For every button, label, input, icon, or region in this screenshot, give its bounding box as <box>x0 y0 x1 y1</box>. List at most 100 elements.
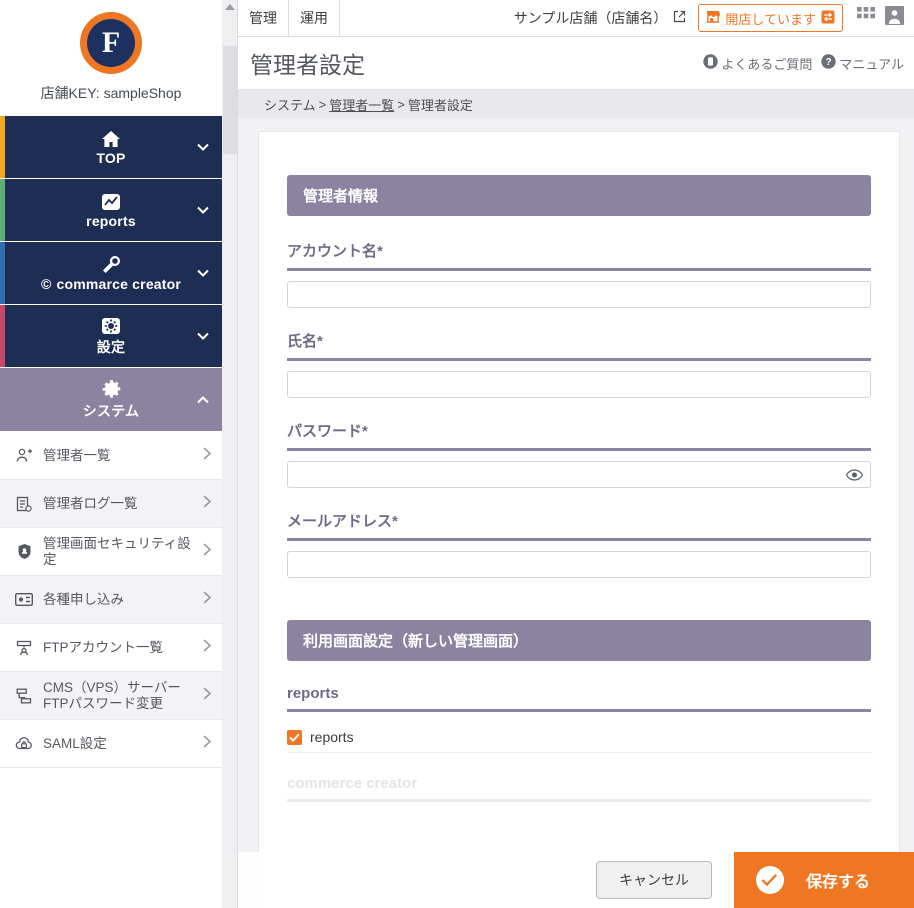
chevron-right-icon <box>202 734 212 754</box>
full-name-input[interactable] <box>287 371 871 398</box>
home-icon <box>101 128 121 149</box>
cloud-lock-icon <box>14 736 34 751</box>
log-icon <box>14 496 34 512</box>
checkbox-label: reports <box>310 729 354 745</box>
chevron-right-icon <box>202 686 212 706</box>
store-status-label: 開店しています <box>725 11 816 27</box>
store-icon <box>706 10 721 26</box>
breadcrumb: システム > 管理者一覧 > 管理者設定 <box>238 90 914 118</box>
faq-link[interactable]: よくあるご質問 <box>703 54 812 73</box>
tab-unyou[interactable]: 運用 <box>289 0 340 36</box>
accent-bar <box>0 116 5 178</box>
account-icon[interactable] <box>885 6 904 30</box>
grid-icon[interactable] <box>857 6 875 30</box>
sidebar-item-label: 設定 <box>96 339 126 355</box>
field-label: パスワード* <box>287 420 871 451</box>
group-title: reports <box>287 685 871 712</box>
manual-link[interactable]: ? マニュアル <box>821 54 904 73</box>
scrollbar-thumb[interactable] <box>223 46 237 154</box>
check-circle-icon <box>755 866 784 894</box>
svg-text:?: ? <box>826 57 832 68</box>
email-input[interactable] <box>287 551 871 578</box>
chevron-right-icon <box>202 494 212 514</box>
group-reports: reports reports <box>287 685 871 753</box>
sidebar-item-top[interactable]: TOP <box>0 116 222 179</box>
group-title: commerce creator <box>287 775 871 802</box>
checkbox-reports[interactable] <box>287 729 302 745</box>
sidebar-sub-label: FTPアカウント一覧 <box>43 639 163 655</box>
sidebar-sub-label: 管理者ログ一覧 <box>43 495 138 511</box>
external-link-icon[interactable] <box>673 10 686 26</box>
copyright-c-icon: © <box>40 276 52 292</box>
page-title: 管理者設定 <box>250 52 365 78</box>
breadcrumb-root[interactable]: システム <box>264 95 316 114</box>
account-name-input[interactable] <box>287 281 871 308</box>
chevron-right-icon <box>202 542 212 562</box>
swap-icon[interactable] <box>821 10 835 27</box>
form-action-bar: キャンセル 保存する <box>238 852 914 908</box>
sidebar-item-saml-settings[interactable]: SAML設定 <box>0 720 222 768</box>
chevron-down-icon <box>196 266 210 280</box>
sidebar-sub-nav: 管理者一覧 管理者ログ一覧 管理画面セキュリティ設定 各種申し込み FTPアカウ… <box>0 432 222 768</box>
manual-label: マニュアル <box>839 56 904 72</box>
wrench-icon <box>100 254 122 275</box>
sidebar-item-commerce-creator[interactable]: © commarce creator <box>0 242 222 305</box>
sidebar-item-ftp-accounts[interactable]: FTPアカウント一覧 <box>0 624 222 672</box>
sidebar-item-cms-ftp-password[interactable]: CMS（VPS）サーバー FTPパスワード変更 <box>0 672 222 720</box>
sidebar-item-label: © commarce creator <box>41 276 181 292</box>
breadcrumb-link[interactable]: 管理者一覧 <box>329 95 394 114</box>
sidebar-item-settings[interactable]: 設定 <box>0 305 222 368</box>
store-name: サンプル店舗（店舗名） <box>514 0 699 36</box>
gear-square-icon <box>101 315 121 336</box>
chart-icon <box>101 191 121 212</box>
top-bar-icons <box>843 0 914 36</box>
password-input[interactable] <box>287 461 871 488</box>
field-password: パスワード* <box>287 420 871 488</box>
top-bar: 管理 運用 サンプル店舗（店舗名） 開店しています <box>238 0 914 37</box>
app-root: F 店舗KEY: sampleShop TOP reports © commar… <box>0 0 914 908</box>
sidebar: F 店舗KEY: sampleShop TOP reports © commar… <box>0 0 222 908</box>
sidebar-sub-label: 管理画面セキュリティ設定 <box>43 535 191 567</box>
field-email: メールアドレス* <box>287 510 871 578</box>
scroll-up-arrow-icon[interactable] <box>225 4 235 10</box>
save-button[interactable]: 保存する <box>733 852 914 908</box>
password-input-wrap <box>287 461 871 488</box>
eye-icon[interactable] <box>845 468 864 481</box>
section-header-screen-settings: 利用画面設定（新しい管理画面） <box>287 620 871 661</box>
sidebar-item-text: commarce creator <box>56 276 182 292</box>
field-full-name: 氏名* <box>287 330 871 398</box>
accent-bar <box>0 242 5 304</box>
save-button-label: 保存する <box>805 874 870 891</box>
sidebar-item-admin-list[interactable]: 管理者一覧 <box>0 432 222 480</box>
chevron-right-icon <box>202 590 212 610</box>
cancel-button[interactable]: キャンセル <box>595 861 712 899</box>
accent-bar <box>0 179 5 241</box>
sidebar-item-admin-security[interactable]: 管理画面セキュリティ設定 <box>0 528 222 576</box>
sidebar-sub-label: SAML設定 <box>43 735 107 751</box>
sidebar-item-reports[interactable]: reports <box>0 179 222 242</box>
field-label: 氏名* <box>287 330 871 361</box>
sidebar-item-admin-log[interactable]: 管理者ログ一覧 <box>0 480 222 528</box>
gear-icon <box>101 379 122 400</box>
sidebar-item-system[interactable]: システム <box>0 368 222 432</box>
store-name-label: サンプル店舗（店舗名） <box>513 10 668 26</box>
section-header-admin-info: 管理者情報 <box>287 175 871 216</box>
question-icon: ? <box>821 54 837 72</box>
sidebar-sub-label: 各種申し込み <box>43 591 124 607</box>
top-bar-spacer <box>340 0 514 36</box>
checkbox-row-reports[interactable]: reports <box>287 722 871 753</box>
sidebar-item-applications[interactable]: 各種申し込み <box>0 576 222 624</box>
sidebar-scrollbar[interactable] <box>222 0 238 908</box>
chevron-down-icon <box>196 329 210 343</box>
breadcrumb-separator: > <box>318 96 327 112</box>
shop-key-label: 店舗KEY: sampleShop <box>40 85 182 101</box>
store-status-button[interactable]: 開店しています <box>698 4 843 32</box>
breadcrumb-separator: > <box>397 96 405 112</box>
users-icon <box>14 448 34 463</box>
sidebar-item-label: システム <box>82 402 140 419</box>
page-title-bar: 管理者設定 よくあるご質問 ? マニュアル <box>238 37 914 90</box>
sidebar-item-label: TOP <box>96 150 126 166</box>
chevron-down-icon <box>196 203 210 217</box>
tab-kanri[interactable]: 管理 <box>238 0 289 36</box>
card-icon <box>14 593 34 606</box>
